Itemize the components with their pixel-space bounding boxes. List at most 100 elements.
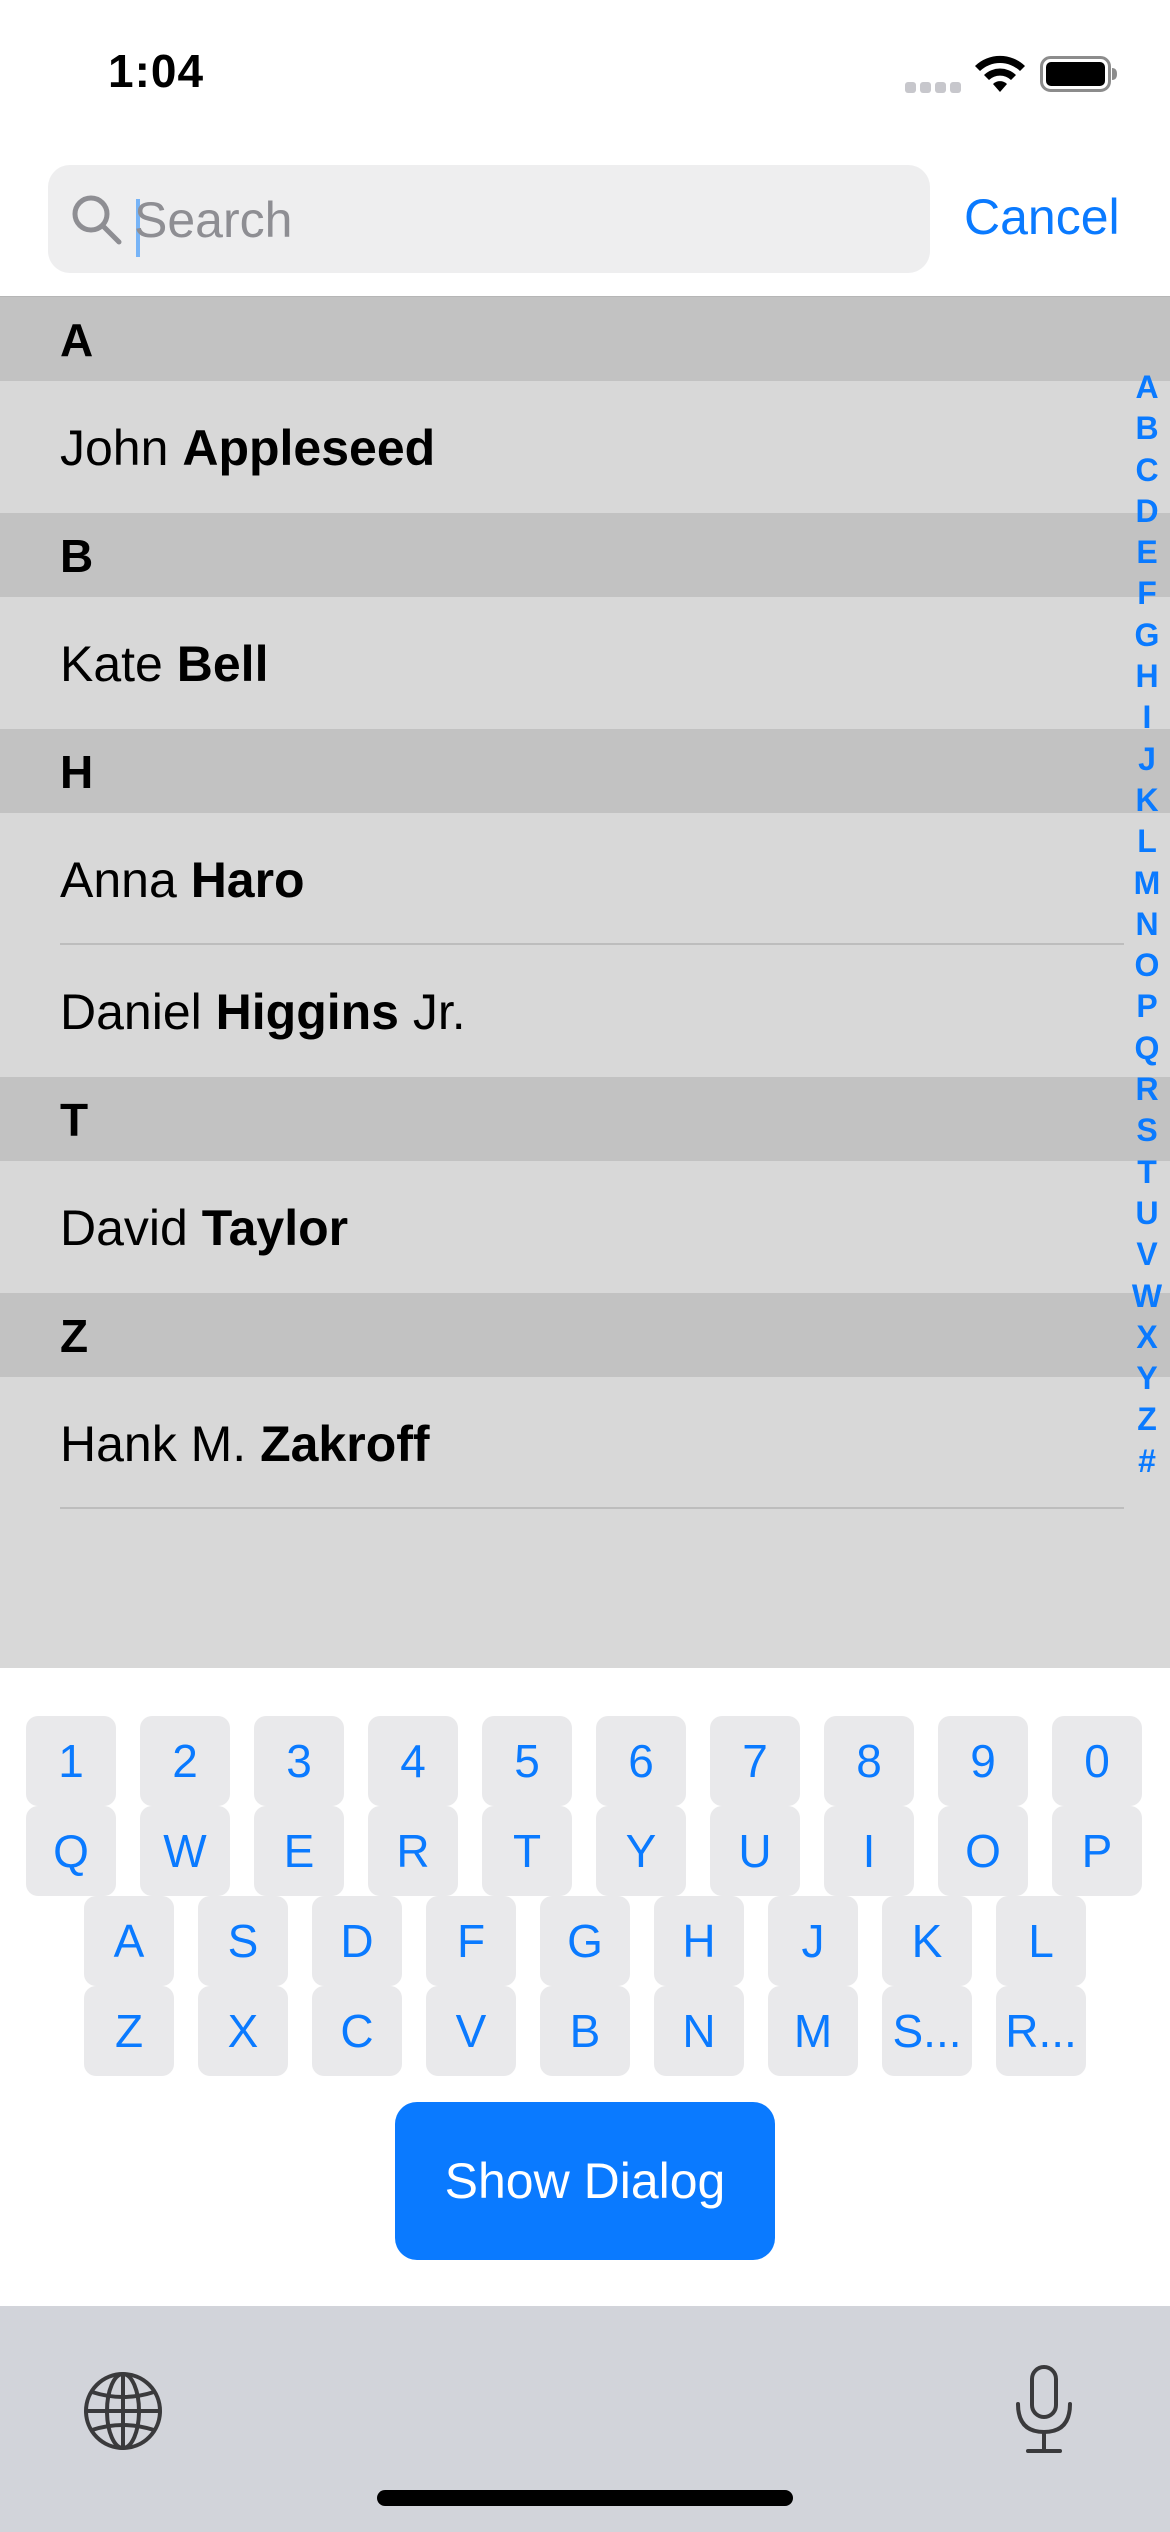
- index-letter[interactable]: K: [1124, 780, 1170, 821]
- key-button[interactable]: Q: [26, 1806, 116, 1896]
- index-letter[interactable]: N: [1124, 904, 1170, 945]
- index-letter[interactable]: B: [1124, 408, 1170, 449]
- key-row: QWERTYUIOP: [0, 1806, 1170, 1896]
- key-button[interactable]: T: [482, 1806, 572, 1896]
- contact-row[interactable]: Kate Bell: [0, 597, 1124, 729]
- index-letter[interactable]: Q: [1124, 1028, 1170, 1069]
- key-button[interactable]: V: [426, 1986, 516, 2076]
- index-letter[interactable]: C: [1124, 450, 1170, 491]
- key-button[interactable]: D: [312, 1896, 402, 1986]
- section-header: Z: [0, 1293, 1170, 1377]
- key-button[interactable]: 3: [254, 1716, 344, 1806]
- key-button[interactable]: G: [540, 1896, 630, 1986]
- index-letter[interactable]: J: [1124, 739, 1170, 780]
- contact-row[interactable]: Daniel Higgins Jr.: [0, 945, 1124, 1077]
- index-letter[interactable]: A: [1124, 367, 1170, 408]
- contact-name: Hank M. Zakroff: [60, 1416, 430, 1472]
- section-index-bar[interactable]: A B C D E F G H I J K L M N O P Q R S T U V W X Y Z #: [1124, 367, 1170, 1482]
- home-indicator: [377, 2490, 793, 2506]
- contact-name: John Appleseed: [60, 420, 436, 476]
- search-field[interactable]: [48, 165, 930, 273]
- key-button[interactable]: F: [426, 1896, 516, 1986]
- index-letter[interactable]: D: [1124, 491, 1170, 532]
- index-letter[interactable]: W: [1124, 1276, 1170, 1317]
- contacts-list[interactable]: A John Appleseed B Kate Bell H Anna Haro…: [0, 296, 1170, 1668]
- contact-row[interactable]: John Appleseed: [0, 381, 1124, 513]
- key-button[interactable]: L: [996, 1896, 1086, 1986]
- key-button[interactable]: M: [768, 1986, 858, 2076]
- contact-row[interactable]: Hank M. Zakroff: [0, 1377, 1124, 1509]
- section-header: H: [0, 729, 1170, 813]
- index-letter[interactable]: T: [1124, 1152, 1170, 1193]
- key-button[interactable]: K: [882, 1896, 972, 1986]
- index-letter[interactable]: F: [1124, 573, 1170, 614]
- index-letter[interactable]: X: [1124, 1317, 1170, 1358]
- key-button[interactable]: S...: [882, 1986, 972, 2076]
- status-time: 1:04: [108, 45, 205, 97]
- index-letter[interactable]: O: [1124, 945, 1170, 986]
- row-separator: [60, 1507, 1124, 1509]
- section-header: T: [0, 1077, 1170, 1161]
- key-button[interactable]: I: [824, 1806, 914, 1896]
- key-button[interactable]: N: [654, 1986, 744, 2076]
- key-button[interactable]: R: [368, 1806, 458, 1896]
- show-dialog-button[interactable]: Show Dialog: [395, 2102, 775, 2260]
- contact-name: Anna Haro: [60, 852, 305, 908]
- wifi-icon: [975, 55, 1025, 92]
- key-button[interactable]: Y: [596, 1806, 686, 1896]
- key-button[interactable]: W: [140, 1806, 230, 1896]
- key-button[interactable]: J: [768, 1896, 858, 1986]
- key-button[interactable]: E: [254, 1806, 344, 1896]
- key-button[interactable]: H: [654, 1896, 744, 1986]
- key-button[interactable]: P: [1052, 1806, 1142, 1896]
- index-letter[interactable]: S: [1124, 1110, 1170, 1151]
- key-button[interactable]: B: [540, 1986, 630, 2076]
- index-letter[interactable]: L: [1124, 821, 1170, 862]
- index-letter[interactable]: I: [1124, 697, 1170, 738]
- index-letter[interactable]: M: [1124, 863, 1170, 904]
- key-button[interactable]: 4: [368, 1716, 458, 1806]
- key-button[interactable]: 6: [596, 1716, 686, 1806]
- index-letter[interactable]: R: [1124, 1069, 1170, 1110]
- index-letter[interactable]: Y: [1124, 1358, 1170, 1399]
- key-button[interactable]: 1: [26, 1716, 116, 1806]
- key-button[interactable]: C: [312, 1986, 402, 2076]
- key-button[interactable]: X: [198, 1986, 288, 2076]
- key-button[interactable]: 0: [1052, 1716, 1142, 1806]
- section-header: A: [0, 297, 1170, 381]
- search-icon: [72, 195, 122, 245]
- key-button[interactable]: 7: [710, 1716, 800, 1806]
- status-bar: 1:04: [0, 0, 1170, 150]
- key-button[interactable]: S: [198, 1896, 288, 1986]
- key-button[interactable]: A: [84, 1896, 174, 1986]
- globe-icon[interactable]: [82, 2370, 164, 2452]
- contact-name: Kate Bell: [60, 636, 269, 692]
- battery-icon: [1040, 56, 1117, 92]
- microphone-icon[interactable]: [1012, 2364, 1076, 2456]
- index-letter[interactable]: #: [1124, 1441, 1170, 1482]
- index-letter[interactable]: H: [1124, 656, 1170, 697]
- search-input[interactable]: [134, 185, 894, 255]
- contact-name: David Taylor: [60, 1200, 349, 1256]
- section-header-letter: A: [60, 314, 94, 366]
- key-button[interactable]: R...: [996, 1986, 1086, 2076]
- key-row: 1234567890: [0, 1716, 1170, 1806]
- key-button[interactable]: 9: [938, 1716, 1028, 1806]
- key-button[interactable]: U: [710, 1806, 800, 1896]
- contact-row[interactable]: Anna Haro: [0, 813, 1124, 945]
- index-letter[interactable]: E: [1124, 532, 1170, 573]
- key-button[interactable]: 5: [482, 1716, 572, 1806]
- index-letter[interactable]: P: [1124, 986, 1170, 1027]
- key-row: ASDFGHJKL: [0, 1896, 1170, 1986]
- key-button[interactable]: Z: [84, 1986, 174, 2076]
- index-letter[interactable]: U: [1124, 1193, 1170, 1234]
- key-button[interactable]: 2: [140, 1716, 230, 1806]
- index-letter[interactable]: G: [1124, 615, 1170, 656]
- index-letter[interactable]: Z: [1124, 1399, 1170, 1440]
- key-button[interactable]: O: [938, 1806, 1028, 1896]
- contact-row[interactable]: David Taylor: [0, 1161, 1124, 1293]
- section-header-letter: T: [60, 1094, 89, 1146]
- cancel-button[interactable]: Cancel: [964, 188, 1120, 246]
- key-button[interactable]: 8: [824, 1716, 914, 1806]
- index-letter[interactable]: V: [1124, 1234, 1170, 1275]
